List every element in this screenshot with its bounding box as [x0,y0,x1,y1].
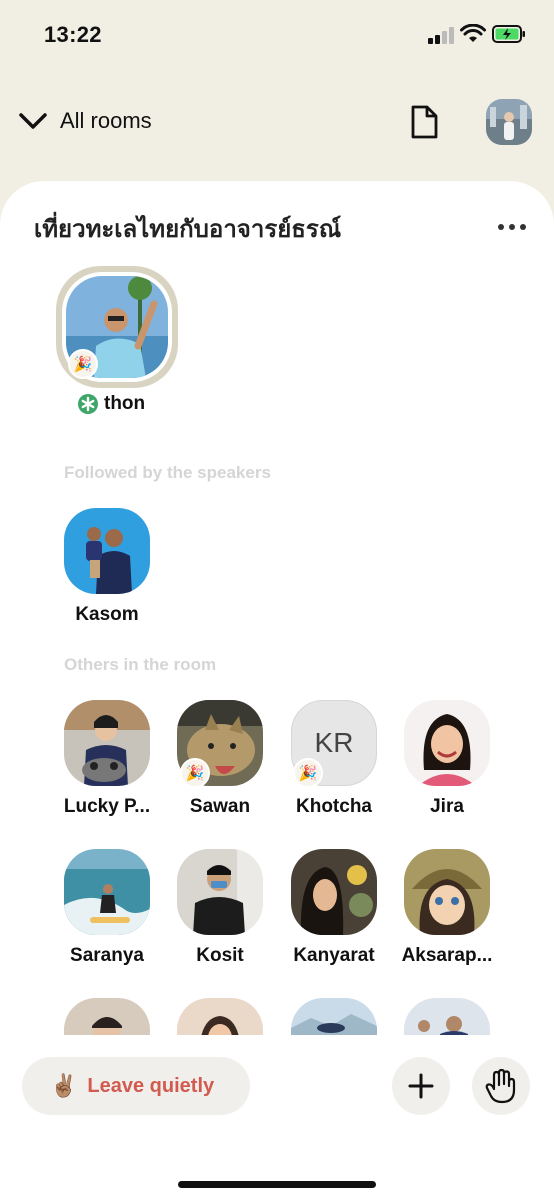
raise-hand-button[interactable] [472,1057,530,1115]
listener-name: Sawan [189,796,251,817]
add-button[interactable] [392,1057,450,1115]
listener-khotcha[interactable]: KR Khotcha [279,700,389,818]
avatar [64,700,150,786]
speaker-name-row: thon [78,393,145,415]
leave-quietly-button[interactable]: ✌🏽 Leave quietly [22,1057,250,1115]
battery-charging-icon [492,25,525,43]
wifi-icon [460,24,486,42]
avatar [64,849,150,935]
party-badge-icon: 🎉 [293,758,323,788]
plus-icon [408,1073,434,1099]
more-dot-icon [520,224,526,230]
peace-hand-icon: ✌🏽 [50,1073,78,1098]
status-time: 13:22 [44,22,102,47]
status-bar: 13:22 [0,0,554,70]
listener-name: Jira [430,796,464,817]
chevron-down-icon [19,113,47,129]
listener-kosit[interactable]: Kosit [165,849,275,967]
party-badge-icon: 🎉 [180,758,210,788]
others-section-label: Others in the room [64,655,217,674]
avatar [177,849,263,935]
avatar-initials-text: KR [314,727,354,758]
home-indicator [178,1181,376,1188]
bottom-bar: ✌🏽 Leave quietly [0,1035,554,1200]
listener-kanyarat[interactable]: Kanyarat [279,849,389,967]
avatar [404,700,490,786]
speaker-name: thon [104,393,146,414]
listener-sawan[interactable]: Sawan [165,700,275,818]
listener-saranya[interactable]: Saranya [52,849,162,967]
leave-quietly-label: Leave quietly [87,1074,215,1097]
avatar [404,849,490,935]
listener-name: Lucky P... [63,796,151,817]
profile-avatar[interactable] [486,99,532,145]
listener-name: Khotcha [296,796,372,817]
more-dot-icon [498,224,504,230]
listener-lucky[interactable]: Lucky P... [52,700,162,818]
listener-name: Kanyarat [293,945,375,966]
listener-name: Aksarap... [401,945,493,966]
cellular-signal-icon [428,26,454,44]
all-rooms-button[interactable]: All rooms [18,103,152,139]
avatar [291,849,377,935]
listener-name: Kasom [75,604,139,625]
document-icon[interactable] [405,103,443,141]
listener-kasom[interactable]: Kasom [62,508,152,626]
party-badge-icon: 🎉 [68,349,98,379]
more-dot-icon [509,224,515,230]
room-title: เที่ยวทะเลไทยกับอาจารย์ธรณ์ [34,215,342,243]
avatar [64,508,150,594]
listener-name: Kosit [196,945,244,966]
header: All rooms [0,95,554,149]
listener-aksarap[interactable]: Aksarap... [392,849,502,967]
followed-section-label: Followed by the speakers [64,463,271,482]
listener-jira[interactable]: Jira [392,700,502,818]
more-options-button[interactable] [492,215,532,239]
listener-name: Saranya [70,945,144,966]
moderator-star-icon [78,394,98,414]
raise-hand-icon [485,1068,516,1104]
all-rooms-label: All rooms [60,108,152,133]
